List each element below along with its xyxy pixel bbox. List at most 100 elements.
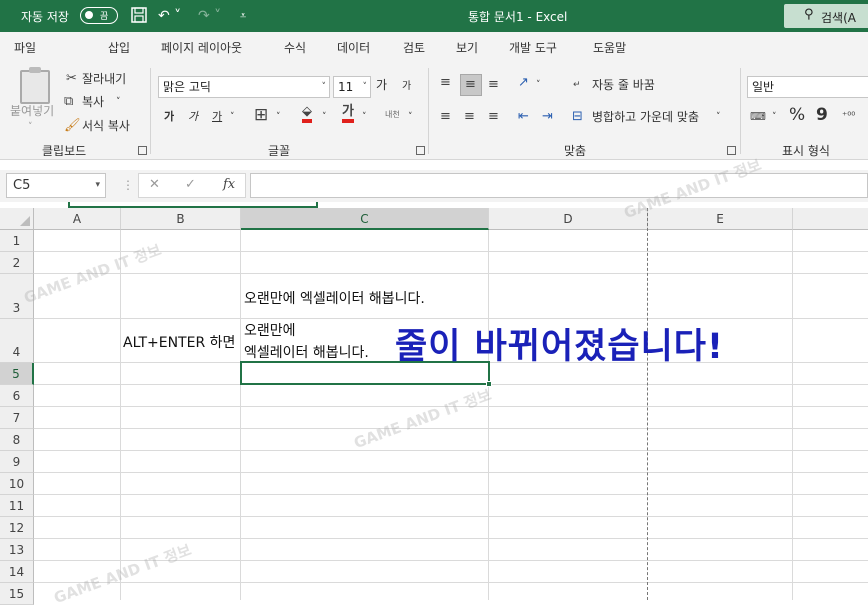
- row-header-4[interactable]: 4: [0, 319, 34, 363]
- copy-dropdown-icon[interactable]: ˅: [116, 93, 121, 111]
- row-header-3[interactable]: 3: [0, 274, 34, 319]
- column-header-b[interactable]: B: [121, 208, 241, 230]
- comma-button[interactable]: 9: [816, 106, 828, 124]
- formula-input[interactable]: [250, 173, 868, 198]
- font-color-dropdown-icon[interactable]: ˅: [362, 108, 367, 126]
- row-header-12[interactable]: 12: [0, 517, 34, 539]
- phonetic-button[interactable]: 내천: [385, 106, 400, 124]
- paste-dropdown-icon[interactable]: ˅: [28, 118, 33, 136]
- row-header-9[interactable]: 9: [0, 451, 34, 473]
- tab-review[interactable]: 검토: [403, 39, 425, 56]
- search-box[interactable]: ⚲ 검색(A: [784, 4, 868, 28]
- cell-c4-line1[interactable]: 오랜만에: [244, 320, 296, 340]
- row-header-14[interactable]: 14: [0, 561, 34, 583]
- row-header-15[interactable]: 15: [0, 583, 34, 605]
- undo-icon[interactable]: ↶ ˅: [158, 6, 181, 26]
- align-top-icon[interactable]: ≡: [440, 74, 451, 92]
- align-bottom-icon[interactable]: ≡: [488, 76, 499, 94]
- tab-data[interactable]: 데이터: [337, 39, 370, 56]
- fill-color-icon[interactable]: ⬙: [302, 105, 312, 123]
- font-color-icon[interactable]: 가: [342, 105, 354, 123]
- orientation-icon[interactable]: ↗: [518, 74, 529, 92]
- decrease-indent-icon[interactable]: ⇤: [518, 108, 529, 126]
- enter-icon[interactable]: ✓: [185, 177, 196, 192]
- group-divider: [740, 68, 741, 154]
- clipboard-launcher-icon[interactable]: [138, 146, 147, 155]
- accounting-format-icon[interactable]: ⌨: [750, 108, 766, 126]
- tab-developer[interactable]: 개발 도구: [509, 39, 557, 56]
- font-size-combo[interactable]: 11 ˅: [333, 76, 371, 98]
- autosave-toggle[interactable]: 끔: [80, 7, 118, 24]
- phonetic-dropdown-icon[interactable]: ˅: [408, 108, 413, 126]
- alignment-group-label: 맞춤: [564, 144, 587, 158]
- worksheet-grid[interactable]: A B C D E 1 2 3 4 5 6 7 8 9 10 11 12 13 …: [0, 156, 868, 607]
- italic-button[interactable]: 가: [188, 108, 198, 126]
- column-header-a[interactable]: A: [34, 208, 121, 230]
- percent-button[interactable]: %: [789, 106, 805, 124]
- row-header-8[interactable]: 8: [0, 429, 34, 451]
- tab-help[interactable]: 도움말: [593, 39, 626, 56]
- cell-c3[interactable]: 오랜만에 엑셀레이터 해봅니다.: [244, 288, 425, 308]
- fill-handle[interactable]: [486, 381, 492, 387]
- merge-dropdown-icon[interactable]: ˅: [716, 108, 721, 126]
- wrap-text-button[interactable]: 자동 줄 바꿈: [592, 76, 655, 94]
- formula-bar-grip-icon[interactable]: ⋮: [122, 178, 134, 192]
- row-header-10[interactable]: 10: [0, 473, 34, 495]
- align-right-icon[interactable]: ≡: [488, 108, 499, 126]
- cut-button[interactable]: 잘라내기: [82, 70, 126, 88]
- row-header-5[interactable]: 5: [0, 363, 34, 385]
- tab-formulas[interactable]: 수식: [284, 39, 306, 56]
- page-break-line: [647, 208, 648, 600]
- column-header-f[interactable]: [793, 208, 868, 230]
- paste-icon[interactable]: [20, 67, 50, 104]
- shrink-font-button[interactable]: 가: [402, 78, 411, 96]
- borders-dropdown-icon[interactable]: ˅: [276, 108, 281, 126]
- tab-view[interactable]: 보기: [456, 39, 478, 56]
- font-name-combo[interactable]: 맑은 고딕 ˅: [158, 76, 330, 98]
- cell-c4-line2[interactable]: 엑셀레이터 해봅니다.: [244, 342, 369, 362]
- customize-toolbar-icon[interactable]: ⩡: [240, 6, 246, 26]
- underline-dropdown-icon[interactable]: ˅: [230, 108, 235, 126]
- format-painter-button[interactable]: 서식 복사: [82, 117, 130, 135]
- accounting-dropdown-icon[interactable]: ˅: [772, 108, 777, 126]
- group-divider: [428, 68, 429, 154]
- orientation-dropdown-icon[interactable]: ˅: [536, 76, 541, 94]
- align-center-icon[interactable]: ≡: [464, 108, 475, 126]
- row-header-2[interactable]: 2: [0, 252, 34, 274]
- alignment-launcher-icon[interactable]: [727, 146, 736, 155]
- insert-function-icon[interactable]: fx: [223, 177, 235, 192]
- row-header-1[interactable]: 1: [0, 230, 34, 252]
- name-box[interactable]: C5 ▾: [6, 173, 106, 198]
- fill-color-dropdown-icon[interactable]: ˅: [322, 108, 327, 126]
- increase-decimal-icon[interactable]: ⁺⁰⁰: [842, 108, 855, 126]
- gridline: [240, 230, 241, 600]
- tab-insert[interactable]: 삽입: [108, 39, 130, 56]
- column-header-e[interactable]: E: [648, 208, 793, 230]
- gridline: [34, 560, 868, 561]
- increase-indent-icon[interactable]: ⇥: [542, 108, 553, 126]
- number-format-combo[interactable]: 일반: [747, 76, 868, 98]
- row-header-13[interactable]: 13: [0, 539, 34, 561]
- row-header-7[interactable]: 7: [0, 407, 34, 429]
- row-header-11[interactable]: 11: [0, 495, 34, 517]
- select-all-button[interactable]: [0, 208, 34, 230]
- copy-button[interactable]: 복사: [82, 93, 104, 111]
- column-header-c[interactable]: C: [241, 208, 489, 230]
- tab-page-layout[interactable]: 페이지 레이아웃: [161, 39, 242, 56]
- cell-b4[interactable]: ALT+ENTER 하면: [123, 332, 235, 352]
- grow-font-button[interactable]: 가: [376, 76, 387, 94]
- borders-icon[interactable]: ⊞: [254, 106, 268, 124]
- cancel-icon[interactable]: ✕: [149, 177, 160, 192]
- column-header-d[interactable]: D: [489, 208, 648, 230]
- align-left-icon[interactable]: ≡: [440, 108, 451, 126]
- underline-button[interactable]: 가: [212, 108, 222, 126]
- tab-file[interactable]: 파일: [14, 39, 36, 56]
- bold-button[interactable]: 가: [164, 108, 174, 126]
- font-launcher-icon[interactable]: [416, 146, 425, 155]
- save-icon[interactable]: [130, 6, 148, 26]
- gridline: [34, 494, 868, 495]
- row-header-6[interactable]: 6: [0, 385, 34, 407]
- redo-icon[interactable]: ↷ ˅: [198, 6, 221, 26]
- font-name-value: 맑은 고딕: [163, 80, 211, 94]
- merge-center-button[interactable]: 병합하고 가운데 맞춤: [592, 108, 699, 126]
